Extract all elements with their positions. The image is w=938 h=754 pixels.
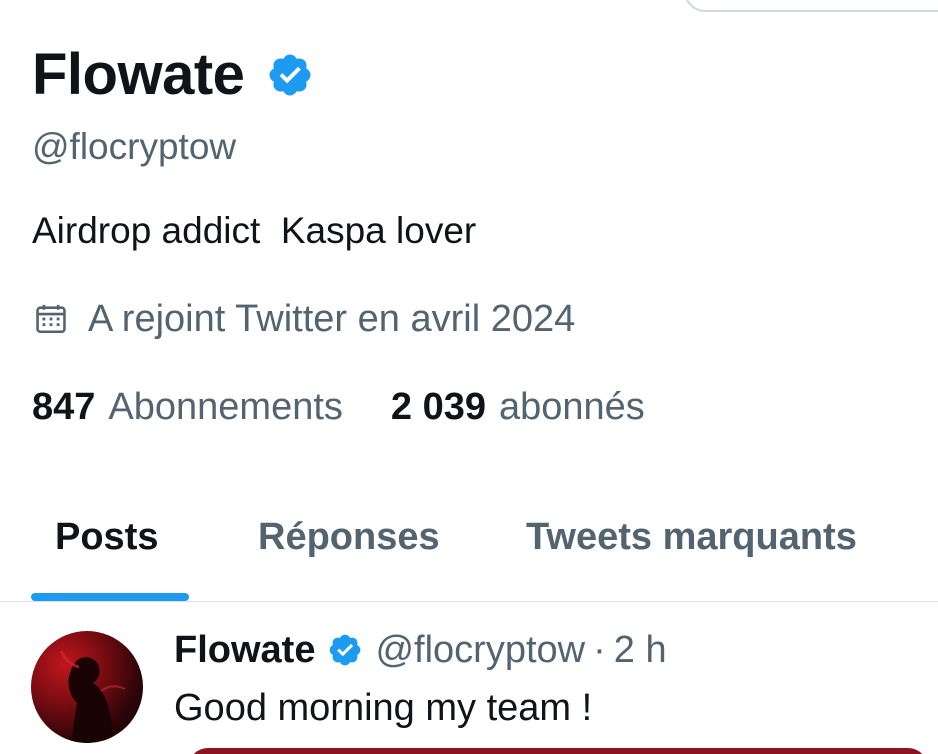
post-separator: · bbox=[593, 629, 606, 671]
followers-count: 2 039 bbox=[390, 386, 486, 428]
verified-badge-icon[interactable] bbox=[327, 632, 363, 668]
profile-joined-date: A rejoint Twitter en avril 2024 bbox=[88, 298, 576, 340]
search-pill[interactable] bbox=[684, 0, 938, 12]
avatar[interactable] bbox=[31, 631, 143, 743]
avatar-image bbox=[59, 650, 126, 743]
tab-highlights[interactable]: Tweets marquants bbox=[526, 518, 857, 556]
profile-name-row: Flowate bbox=[32, 40, 314, 110]
post-media[interactable] bbox=[188, 748, 928, 754]
tab-posts[interactable]: Posts bbox=[55, 518, 158, 556]
post-author-name[interactable]: Flowate bbox=[174, 631, 315, 669]
profile-display-name: Flowate bbox=[32, 42, 245, 107]
post-timestamp[interactable]: 2 h bbox=[614, 631, 667, 669]
followers-label: abonnés bbox=[499, 386, 645, 428]
profile-joined-row: A rejoint Twitter en avril 2024 bbox=[34, 300, 575, 338]
profile-stats: 847 Abonnements 2 039 abonnés bbox=[32, 388, 693, 426]
followers-link[interactable]: 2 039 abonnés bbox=[391, 388, 645, 426]
profile-tabs: Posts Réponses Tweets marquants bbox=[0, 500, 938, 602]
post-item[interactable]: Flowate @flocryptow · 2 h Good morning m… bbox=[0, 603, 938, 754]
post-header: Flowate @flocryptow · 2 h bbox=[174, 631, 667, 669]
following-count: 847 bbox=[32, 386, 96, 428]
active-tab-indicator bbox=[31, 593, 189, 601]
post-text: Good morning my team ! bbox=[174, 687, 593, 729]
profile-bio: Airdrop addict Kaspa lover bbox=[32, 210, 477, 251]
tab-replies[interactable]: Réponses bbox=[258, 518, 440, 556]
following-link[interactable]: 847 Abonnements bbox=[32, 388, 343, 426]
following-label: Abonnements bbox=[108, 386, 343, 428]
calendar-icon bbox=[36, 304, 66, 334]
verified-badge-icon[interactable] bbox=[266, 51, 314, 99]
post-author-handle[interactable]: @flocryptow bbox=[375, 631, 585, 669]
profile-handle: @flocryptow bbox=[32, 126, 237, 167]
